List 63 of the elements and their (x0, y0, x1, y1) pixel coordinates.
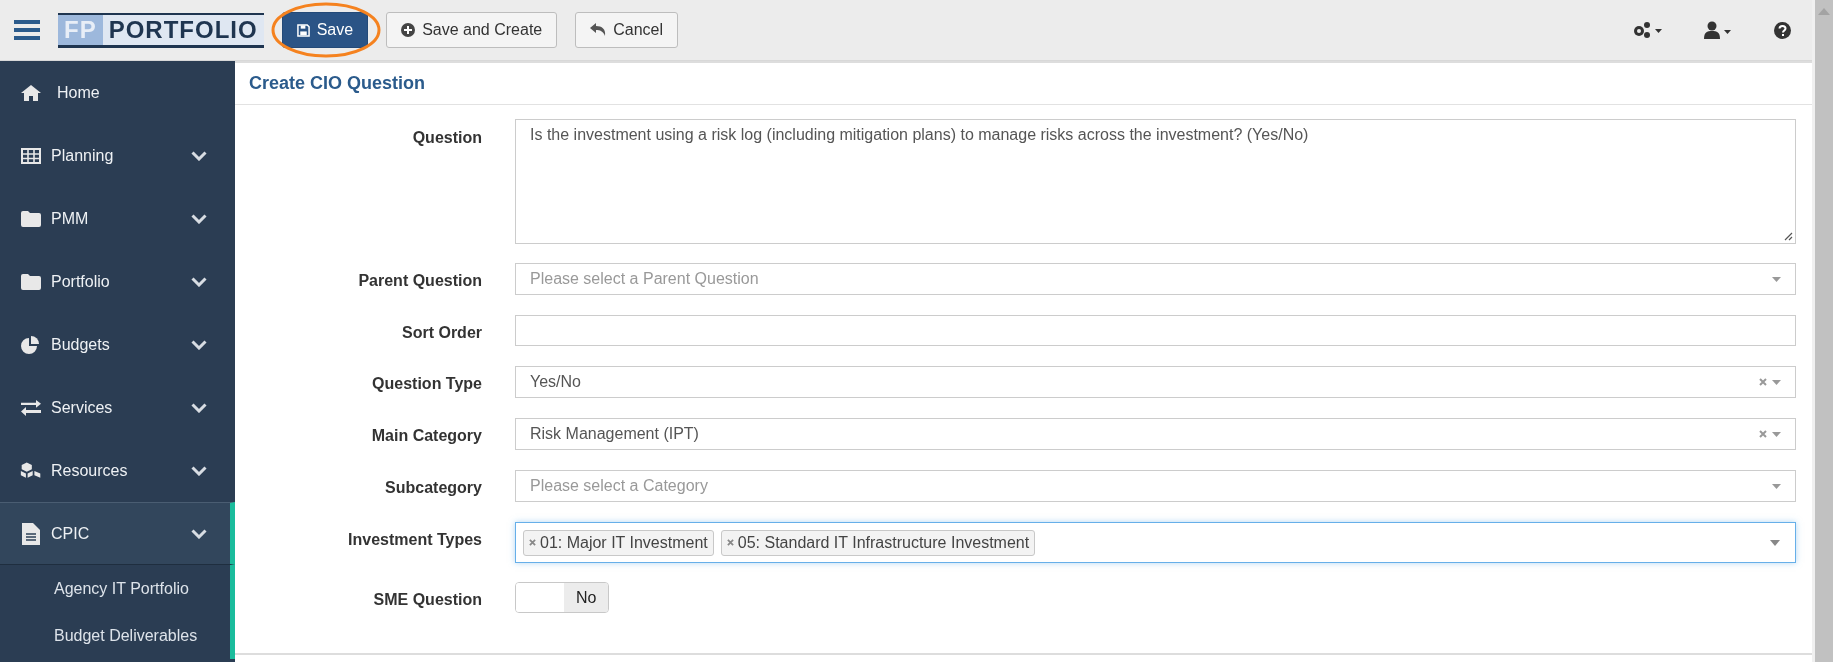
folder-icon (20, 210, 42, 227)
text-field[interactable] (515, 315, 1796, 346)
chevron-icon (191, 402, 207, 413)
home-icon (20, 84, 42, 101)
chevron-icon (191, 150, 207, 161)
caret-icon (1772, 276, 1781, 282)
sidebar-item[interactable]: Planning (0, 124, 235, 187)
table-icon (20, 147, 42, 164)
remove-icon[interactable] (726, 539, 734, 546)
caret-icon (1770, 539, 1780, 546)
field-label: Parent Question (357, 271, 483, 290)
toolbar-button[interactable]: Save and Create (386, 12, 558, 48)
help-icon[interactable] (1774, 21, 1791, 39)
menu-icon[interactable] (14, 19, 40, 41)
multi-select-field[interactable]: 01: Major IT Investment 05: Standard IT Infrastructure Investment (515, 522, 1796, 563)
exchange-arrows-icon (20, 399, 42, 416)
field-label: SME Question (372, 590, 483, 609)
sidebar-subitem[interactable]: Agency IT Portfolio (0, 565, 235, 612)
question-field[interactable]: Is the investment using a risk log (including mitigation plans) to manage risks across the investment? (Yes/No) (515, 119, 1796, 244)
field-label: Subcategory (384, 478, 483, 497)
form-title: Create CIO Question (235, 63, 1812, 105)
select-field[interactable]: Risk Management (IPT) (515, 418, 1796, 450)
document-icon (20, 522, 42, 545)
logo: FP PORTFOLIO (58, 12, 264, 48)
clear-icon[interactable] (1759, 430, 1767, 438)
caret-icon (1772, 379, 1781, 385)
clear-icon[interactable] (1759, 378, 1767, 386)
chevron-icon (191, 213, 207, 224)
caret-icon (1772, 483, 1781, 489)
select-field[interactable]: Yes/No (515, 366, 1796, 398)
sidebar-item[interactable]: Budgets (0, 313, 235, 376)
sidebar-item[interactable]: Home (0, 61, 235, 124)
toggle-switch[interactable]: No (515, 582, 610, 613)
chevron-icon (191, 276, 207, 287)
tag-chip: 05: Standard IT Infrastructure Investment (720, 529, 1036, 556)
sidebar-item[interactable]: Services (0, 376, 235, 439)
chevron-icon (191, 339, 207, 350)
caret-icon (1772, 431, 1781, 437)
cubes-icon (20, 460, 42, 481)
field-label: Question (411, 128, 483, 147)
scrollbar[interactable] (1812, 0, 1833, 662)
toolbar-button[interactable]: Save (281, 12, 369, 48)
sidebar-item[interactable]: Portfolio (0, 250, 235, 313)
undo-arrow-icon (590, 23, 607, 37)
chevron-icon (191, 528, 207, 539)
toolbar-button[interactable]: Cancel (575, 12, 679, 48)
field-label: Sort Order (401, 323, 483, 342)
plus-circle-icon (401, 23, 416, 37)
sidebar-item[interactable]: Resources (0, 439, 235, 502)
remove-icon[interactable] (529, 539, 536, 546)
settings-icon[interactable] (1632, 21, 1662, 39)
pie-chart-icon (20, 335, 42, 354)
field-label: Question Type (371, 374, 483, 393)
tag-chip: 01: Major IT Investment (523, 529, 714, 556)
user-icon[interactable] (1704, 21, 1732, 39)
field-label: Investment Types (347, 530, 483, 549)
field-label: Main Category (370, 426, 483, 445)
sidebar-item[interactable]: CPIC (0, 502, 235, 565)
resize-grip-icon (1784, 232, 1793, 241)
sidebar-subitem[interactable]: Budget Deliverables (0, 612, 235, 659)
folder-icon (20, 273, 42, 290)
sidebar-item[interactable]: PMM (0, 187, 235, 250)
chevron-icon (191, 465, 207, 476)
